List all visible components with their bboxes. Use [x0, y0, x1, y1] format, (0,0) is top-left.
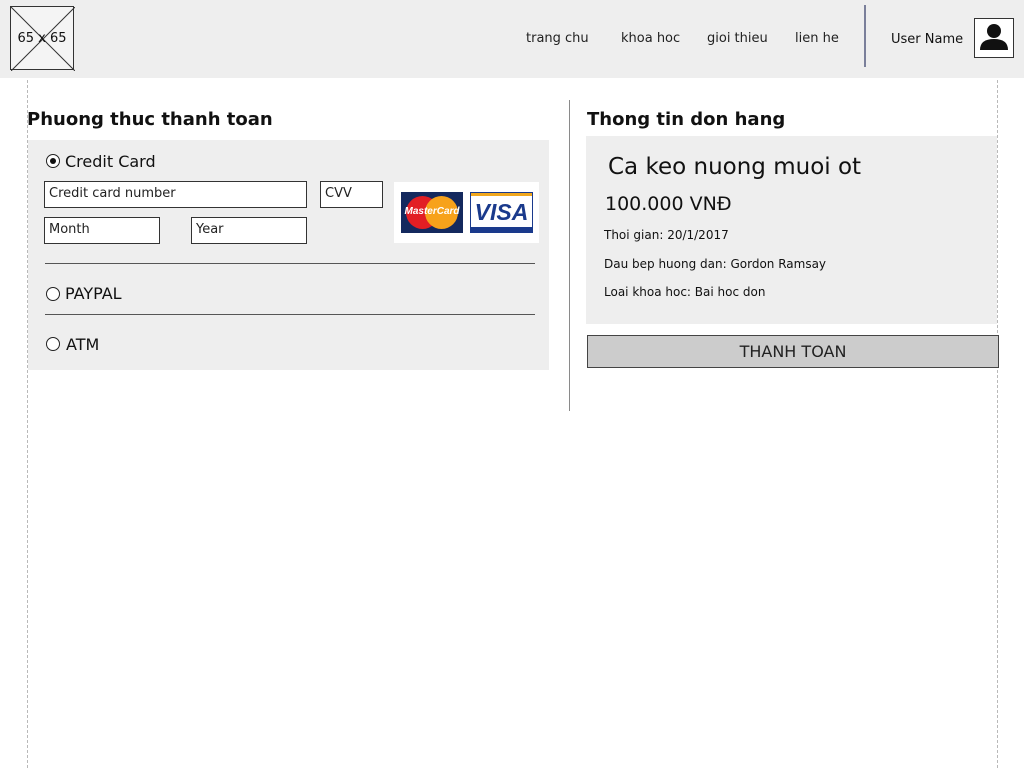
- course-price: 100.000 VNĐ: [605, 193, 732, 215]
- course-type: Loai khoa hoc: Bai hoc don: [604, 285, 766, 299]
- cvv-input[interactable]: CVV: [320, 181, 383, 208]
- nav-link-trang-chu[interactable]: trang chu: [526, 31, 589, 46]
- radio-label-credit-card[interactable]: Credit Card: [65, 152, 156, 171]
- course-date: Thoi gian: 20/1/2017: [604, 228, 729, 242]
- nav-link-gioi-thieu[interactable]: gioi thieu: [707, 31, 768, 46]
- payment-panel: [28, 140, 549, 370]
- layout-guide-right: [997, 80, 998, 768]
- divider: [45, 314, 535, 315]
- payment-section-title: Phuong thuc thanh toan: [27, 109, 273, 130]
- radio-credit-card[interactable]: [46, 154, 60, 168]
- course-chef: Dau bep huong dan: Gordon Ramsay: [604, 257, 827, 271]
- order-section-title: Thong tin don hang: [587, 109, 786, 130]
- visa-icon: VISA: [470, 192, 533, 233]
- radio-label-paypal[interactable]: PAYPAL: [65, 284, 122, 303]
- nav-link-lien-he[interactable]: lien he: [795, 31, 839, 46]
- course-name: Ca keo nuong muoi ot: [608, 154, 862, 180]
- radio-atm[interactable]: [46, 337, 60, 351]
- card-logos: MasterCard VISA: [394, 182, 539, 243]
- logo-placeholder-label: 65 x 65: [17, 31, 67, 46]
- credit-card-number-input[interactable]: Credit card number: [44, 181, 307, 208]
- user-name[interactable]: User Name: [891, 32, 963, 47]
- user-icon: [980, 24, 1008, 50]
- section-divider: [569, 100, 570, 411]
- divider: [45, 263, 535, 264]
- nav-link-khoa-hoc[interactable]: khoa hoc: [621, 31, 680, 46]
- radio-label-atm[interactable]: ATM: [66, 335, 99, 354]
- visa-text: VISA: [474, 199, 529, 225]
- mastercard-icon: MasterCard: [401, 192, 463, 233]
- radio-paypal[interactable]: [46, 287, 60, 301]
- logo-placeholder[interactable]: 65 x 65: [10, 6, 75, 71]
- pay-button[interactable]: THANH TOAN: [587, 335, 999, 368]
- year-input[interactable]: Year: [191, 217, 307, 244]
- avatar[interactable]: [974, 18, 1014, 58]
- mastercard-text: MasterCard: [404, 206, 460, 217]
- month-input[interactable]: Month: [44, 217, 160, 244]
- header-bar: 65 x 65 trang chu khoa hoc gioi thieu li…: [0, 0, 1024, 78]
- header-divider: [864, 5, 866, 67]
